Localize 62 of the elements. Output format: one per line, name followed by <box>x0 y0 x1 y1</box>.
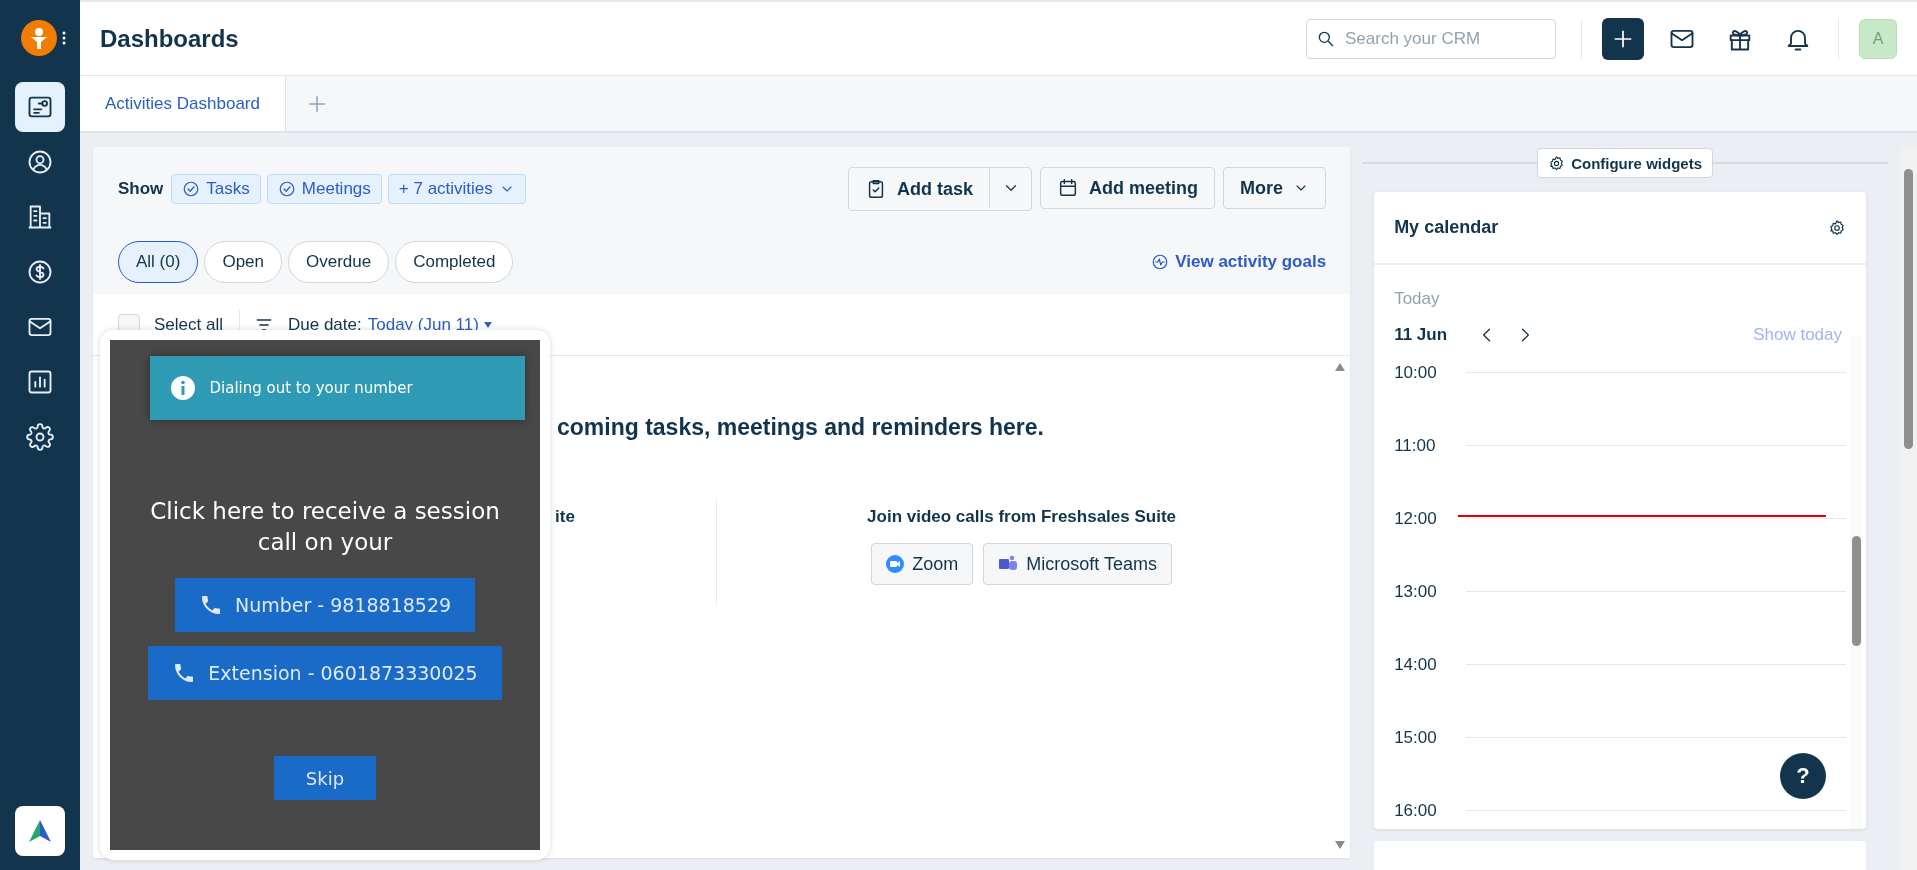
banner-text: Dialing out to your number <box>209 379 413 397</box>
apps-button[interactable] <box>15 806 65 856</box>
call-option-button[interactable]: Number - 9818818529 <box>174 578 476 632</box>
contact-icon <box>26 148 54 176</box>
info-icon <box>169 375 196 401</box>
hour-label: 12:00 <box>1394 508 1438 529</box>
hour-label: 10:00 <box>1394 362 1438 383</box>
configure-widgets-button[interactable]: Configure widgets <box>1537 148 1713 178</box>
help-button[interactable]: ? <box>1780 753 1826 799</box>
logo-icon[interactable] <box>21 20 57 56</box>
hour-label: 13:00 <box>1394 581 1438 602</box>
hour-label: 16:00 <box>1394 800 1438 821</box>
settings-icon <box>26 423 54 451</box>
calendar-date: 11 Jun <box>1394 325 1448 345</box>
call-prompt: Click here to receive a session call on your <box>149 497 501 557</box>
activity-filter-chip[interactable]: Tasks <box>171 174 261 204</box>
scroll-up-icon[interactable] <box>1334 362 1347 372</box>
sort-label: Due date: <box>288 314 362 335</box>
settings-icon <box>1828 218 1846 237</box>
check-circle-icon <box>277 180 296 198</box>
add-meeting-button[interactable]: Add meeting <box>1040 167 1216 209</box>
status-filter-tab[interactable]: Overdue <box>288 241 390 283</box>
skip-button[interactable]: Skip <box>274 756 376 800</box>
building-icon <box>26 203 54 231</box>
sidebar-item[interactable] <box>15 82 65 132</box>
section-heading: ite <box>555 507 575 526</box>
triangle-icon <box>27 818 53 844</box>
call-option-button[interactable]: Extension - 0601873330025 <box>148 646 502 700</box>
video-app-button[interactable]: Zoom <box>871 543 974 585</box>
select-all-label: Select all <box>154 314 223 335</box>
scroll-down-icon[interactable] <box>1334 840 1347 850</box>
empty-state-message: coming tasks, meetings and reminders here. <box>557 414 1045 441</box>
more-icon[interactable] <box>61 30 67 46</box>
status-filter-tab[interactable]: Open <box>204 241 282 283</box>
card-title: My calendar <box>1394 217 1499 238</box>
video-camera-icon <box>886 555 905 573</box>
chart-icon <box>26 368 54 396</box>
section-heading: Join video calls from Freshsales Suite <box>867 507 1177 527</box>
hour-label: 14:00 <box>1394 654 1438 675</box>
hour-label: 15:00 <box>1394 727 1438 748</box>
video-app-button[interactable]: Microsoft Teams <box>983 543 1172 585</box>
scrollbar[interactable] <box>1900 147 1917 870</box>
hour-label: 11:00 <box>1394 435 1437 456</box>
day-label: Today <box>1394 289 1441 309</box>
show-label: Show <box>118 179 164 199</box>
dashboard-tab[interactable]: Activities Dashboard <box>80 76 286 131</box>
settings-icon <box>1548 154 1566 172</box>
status-filter-tab[interactable]: All (0) <box>118 241 199 283</box>
page-title: Dashboards <box>100 24 239 53</box>
status-filter-tab[interactable]: Completed <box>395 241 514 283</box>
check-circle-icon <box>182 180 201 198</box>
activity-filter-chip[interactable]: Meetings <box>266 174 382 204</box>
scrollbar[interactable] <box>1850 336 1862 829</box>
add-button[interactable] <box>1602 17 1644 60</box>
view-goals-link[interactable]: View activity goals <box>1151 252 1327 272</box>
activity-filter-chip[interactable]: + 7 activities <box>387 174 526 204</box>
settings-button[interactable] <box>1828 218 1846 237</box>
search-field[interactable]: Search your CRM <box>1306 18 1556 59</box>
team-icon <box>998 555 1019 573</box>
dollar-icon <box>26 258 54 286</box>
more-button[interactable]: More <box>1223 167 1327 209</box>
goal-icon <box>1151 253 1170 271</box>
